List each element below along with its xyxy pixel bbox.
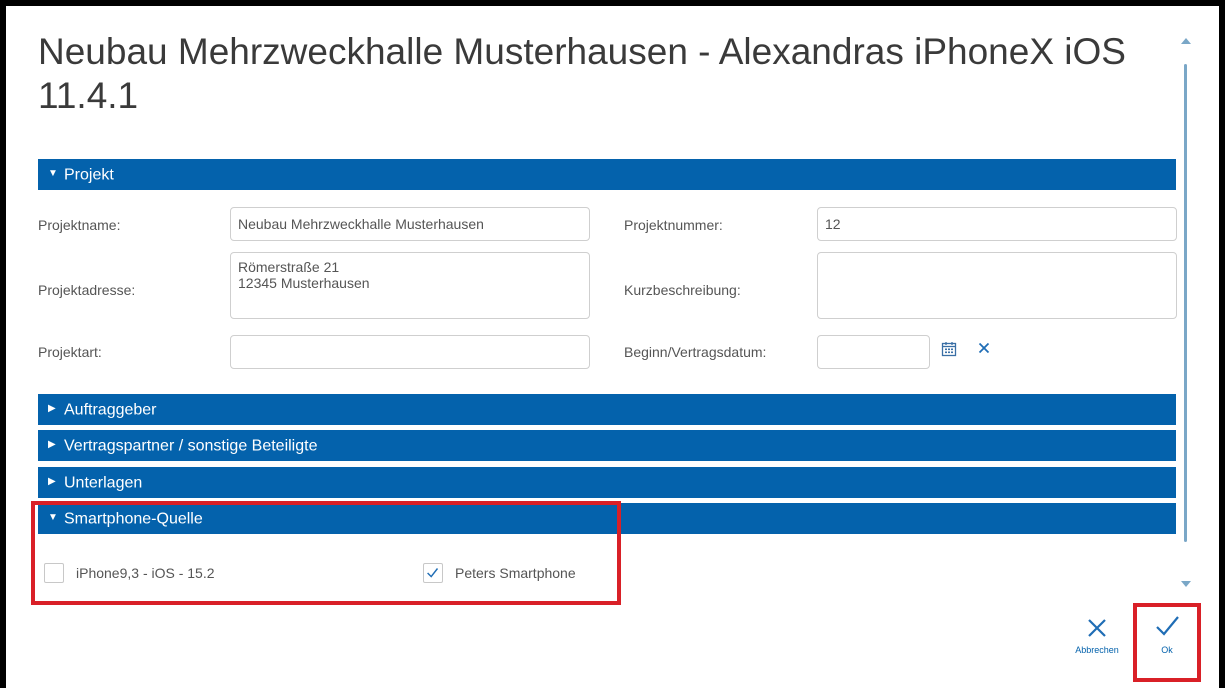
- calendar-icon[interactable]: [941, 341, 957, 357]
- checkmark-icon: [427, 568, 439, 578]
- window-frame-right: [1219, 0, 1225, 688]
- beginn-vertragsdatum-label: Beginn/Vertragsdatum:: [624, 344, 767, 360]
- section-vertragspartner-label: Vertragspartner / sonstige Beteiligte: [64, 437, 318, 455]
- ok-button[interactable]: Ok: [1144, 612, 1190, 655]
- section-auftraggeber-header[interactable]: ▶ Auftraggeber: [38, 394, 1176, 425]
- smartphone-source-checkbox-peters[interactable]: [423, 563, 443, 583]
- scrollbar-thumb[interactable]: [1184, 64, 1187, 542]
- section-auftraggeber-label: Auftraggeber: [64, 401, 157, 419]
- cancel-button[interactable]: Abbrechen: [1070, 616, 1124, 655]
- scroll-up-arrow-icon[interactable]: [1181, 38, 1191, 44]
- section-projekt-label: Projekt: [64, 166, 114, 184]
- projektnummer-input[interactable]: [817, 207, 1177, 241]
- section-projekt-header[interactable]: ▼ Projekt: [38, 159, 1176, 190]
- projektnummer-label: Projektnummer:: [624, 217, 723, 233]
- section-smartphone-quelle-header[interactable]: ▼ Smartphone-Quelle: [38, 503, 1176, 534]
- kurzbeschreibung-label: Kurzbeschreibung:: [624, 282, 741, 298]
- clear-date-icon[interactable]: [977, 341, 991, 355]
- projektname-label: Projektname:: [38, 217, 121, 233]
- projektart-label: Projektart:: [38, 344, 102, 360]
- projektname-input[interactable]: [230, 207, 590, 241]
- smartphone-source-label-iphone: iPhone9,3 - iOS - 15.2: [76, 565, 215, 581]
- window-frame-left: [0, 0, 6, 688]
- smartphone-source-checkbox-iphone[interactable]: [44, 563, 64, 583]
- section-unterlagen-label: Unterlagen: [64, 474, 143, 492]
- projektadresse-label: Projektadresse:: [38, 282, 136, 298]
- section-smartphone-quelle-label: Smartphone-Quelle: [64, 510, 203, 528]
- section-vertragspartner-header[interactable]: ▶ Vertragspartner / sonstige Beteiligte: [38, 430, 1176, 461]
- caret-down-icon: ▼: [48, 168, 58, 180]
- cancel-button-label: Abbrechen: [1075, 645, 1119, 655]
- caret-down-icon: ▼: [48, 512, 58, 524]
- kurzbeschreibung-textarea[interactable]: [817, 252, 1177, 319]
- projektadresse-textarea[interactable]: Römerstraße 21 12345 Musterhausen: [230, 252, 590, 319]
- scroll-down-arrow-icon[interactable]: [1181, 581, 1191, 587]
- beginn-vertragsdatum-input[interactable]: [817, 335, 930, 369]
- caret-right-icon: ▶: [48, 403, 56, 415]
- dialog-title: Neubau Mehrzweckhalle Musterhausen - Ale…: [38, 31, 1126, 116]
- section-unterlagen-header[interactable]: ▶ Unterlagen: [38, 467, 1176, 498]
- caret-right-icon: ▶: [48, 476, 56, 488]
- window-frame-top: [0, 0, 1225, 6]
- projektart-input[interactable]: [230, 335, 590, 369]
- check-icon: [1156, 616, 1179, 636]
- caret-right-icon: ▶: [48, 439, 56, 451]
- close-icon: [1088, 619, 1106, 637]
- ok-button-label: Ok: [1161, 645, 1173, 655]
- smartphone-source-label-peters: Peters Smartphone: [455, 565, 576, 581]
